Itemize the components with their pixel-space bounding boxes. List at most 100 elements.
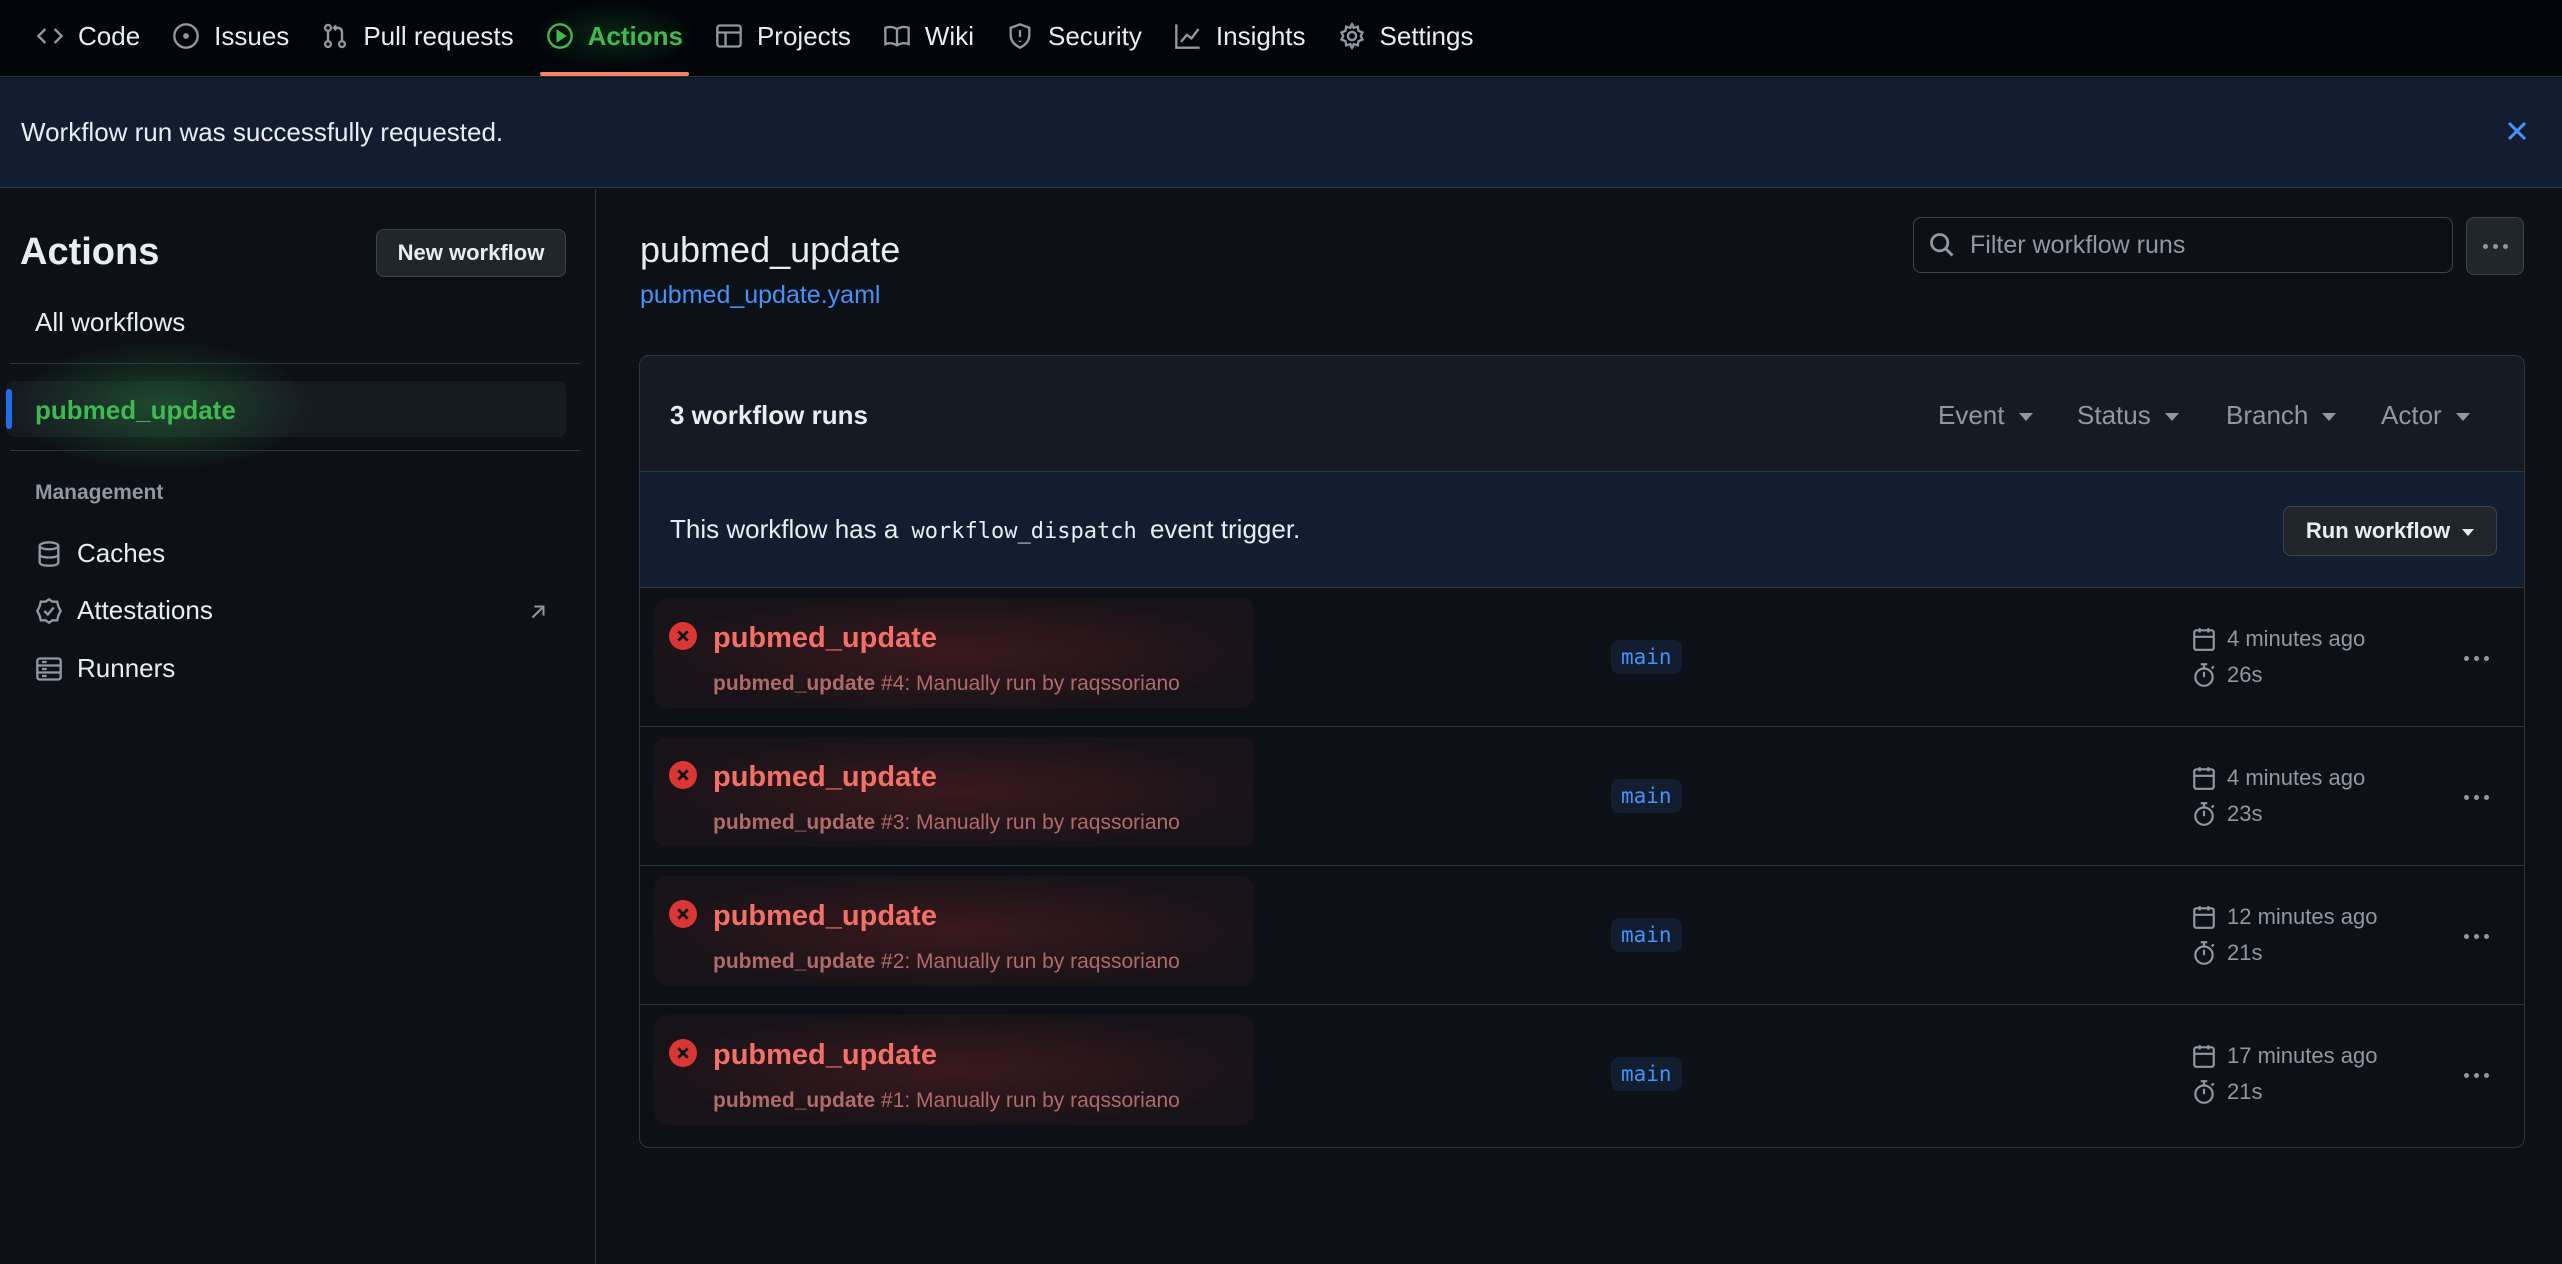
sidebar-item-attestations[interactable]: Attestations	[35, 595, 213, 626]
book-icon	[884, 25, 910, 47]
event-filter-dropdown[interactable]: Event	[1938, 400, 2033, 431]
tab-label: Wiki	[924, 20, 974, 51]
tab-projects[interactable]: Projects	[699, 0, 867, 72]
run-workflow-name: pubmed_update	[713, 811, 876, 834]
tab-label: Code	[78, 20, 141, 51]
sidebar-item-runners[interactable]: Runners	[35, 653, 175, 684]
dispatch-text: This workflow has a workflow_dispatch ev…	[670, 514, 1300, 545]
tab-pull-requests[interactable]: Pull requests	[305, 0, 529, 72]
sidebar-item-all-workflows[interactable]: All workflows	[35, 307, 185, 338]
run-options-button[interactable]	[2456, 648, 2496, 668]
status-filter-dropdown[interactable]: Status	[2077, 400, 2179, 431]
management-heading: Management	[35, 481, 164, 504]
workflow-run-row[interactable]: pubmed_update pubmed_update #3: Manually…	[640, 727, 2524, 866]
kebab-horizontal-icon	[2463, 794, 2489, 800]
workflow-run-row[interactable]: pubmed_update pubmed_update #4: Manually…	[640, 588, 2524, 727]
sidebar-item-label: Attestations	[77, 595, 213, 625]
filter-label: Branch	[2226, 400, 2309, 430]
run-duration: 21s	[2191, 940, 2262, 966]
run-time-ago: 4 minutes ago	[2227, 626, 2366, 651]
sidebar-title: Actions	[20, 231, 160, 273]
tab-label: Actions	[587, 20, 683, 51]
search-icon	[1930, 233, 1954, 257]
workflow-run-row[interactable]: pubmed_update pubmed_update #2: Manually…	[640, 866, 2524, 1005]
filter-label: Event	[1938, 400, 2005, 430]
issue-opened-icon	[173, 23, 199, 49]
tab-issues[interactable]: Issues	[156, 0, 305, 72]
graph-icon	[1175, 24, 1200, 49]
workflow-options-button[interactable]	[2466, 217, 2524, 275]
actor-filter-dropdown[interactable]: Actor	[2381, 400, 2470, 431]
triangle-down-icon	[2455, 413, 2470, 421]
stopwatch-icon	[2194, 941, 2215, 965]
kebab-horizontal-icon	[2482, 243, 2508, 249]
dispatch-text-before: This workflow has a	[670, 514, 899, 544]
run-title-link[interactable]: pubmed_update	[713, 900, 937, 933]
filter-workflow-runs-field[interactable]	[1913, 217, 2453, 273]
run-detail: #1: Manually run by raqssoriano	[881, 1089, 1180, 1112]
branch-filter-dropdown[interactable]: Branch	[2226, 400, 2337, 431]
workflow-title: pubmed_update	[640, 229, 901, 270]
tab-label: Security	[1047, 20, 1142, 51]
success-flash-banner: Workflow run was successfully requested.	[0, 78, 2562, 188]
run-subtitle: pubmed_update #4: Manually run by raqsso…	[713, 672, 1180, 696]
sidebar-item-caches[interactable]: Caches	[35, 538, 165, 569]
close-icon[interactable]	[2502, 116, 2532, 146]
branch-label[interactable]: main	[1611, 918, 1682, 952]
actions-sidebar: Actions New workflow All workflows pubme…	[0, 189, 596, 1264]
filter-label: Status	[2077, 400, 2151, 430]
run-options-button[interactable]	[2456, 1065, 2496, 1085]
run-duration: 26s	[2191, 662, 2262, 688]
tab-code[interactable]: Code	[20, 0, 156, 72]
branch-label[interactable]: main	[1611, 640, 1682, 674]
server-icon	[36, 656, 62, 681]
filter-workflow-runs-input[interactable]	[1968, 229, 2432, 261]
run-options-button[interactable]	[2456, 787, 2496, 807]
x-circle-fill-icon	[669, 622, 697, 650]
branch-label[interactable]: main	[1611, 779, 1682, 813]
run-workflow-label: Run workflow	[2305, 518, 2451, 543]
tab-wiki[interactable]: Wiki	[867, 0, 990, 72]
runs-list-header: 3 workflow runs Event Status Branch Acto…	[640, 356, 2524, 472]
kebab-horizontal-icon	[2463, 655, 2489, 661]
tab-insights[interactable]: Insights	[1158, 0, 1322, 72]
run-workflow-name: pubmed_update	[713, 672, 876, 695]
stopwatch-icon	[2194, 1080, 2215, 1104]
tab-actions[interactable]: Actions	[529, 0, 699, 76]
run-date: 4 minutes ago	[2191, 626, 2365, 652]
tab-security[interactable]: Security	[990, 0, 1158, 72]
run-date: 4 minutes ago	[2191, 765, 2365, 791]
x-circle-fill-icon	[669, 900, 697, 928]
tab-label: Issues	[214, 20, 290, 51]
run-subtitle: pubmed_update #1: Manually run by raqsso…	[713, 1089, 1180, 1113]
tab-settings[interactable]: Settings	[1322, 0, 1490, 72]
triangle-down-icon	[2462, 529, 2475, 536]
run-detail: #3: Manually run by raqssoriano	[881, 811, 1180, 834]
run-options-button[interactable]	[2456, 926, 2496, 946]
run-subtitle: pubmed_update #2: Manually run by raqsso…	[713, 950, 1180, 974]
new-workflow-button[interactable]: New workflow	[376, 229, 566, 277]
tab-label: Insights	[1215, 20, 1306, 51]
sidebar-item-pubmed-update[interactable]: pubmed_update	[6, 341, 566, 471]
run-time-ago: 12 minutes ago	[2227, 904, 2378, 929]
workflow-file-link[interactable]: pubmed_update.yaml	[640, 281, 880, 310]
run-title-link[interactable]: pubmed_update	[713, 622, 937, 655]
link-external-icon[interactable]	[527, 599, 549, 621]
verified-icon	[36, 597, 62, 624]
branch-label[interactable]: main	[1611, 1057, 1682, 1091]
workflow-run-row[interactable]: pubmed_update pubmed_update #1: Manually…	[640, 1005, 2524, 1144]
code-icon	[36, 28, 64, 44]
sidebar-divider	[10, 450, 580, 451]
run-title-link[interactable]: pubmed_update	[713, 761, 937, 794]
dispatch-event-code: workflow_dispatch	[911, 519, 1137, 544]
run-title-link[interactable]: pubmed_update	[713, 1039, 937, 1072]
run-duration-value: 21s	[2227, 1079, 2263, 1104]
kebab-horizontal-icon	[2463, 1072, 2489, 1078]
run-workflow-button[interactable]: Run workflow	[2283, 506, 2497, 556]
run-time-ago: 4 minutes ago	[2227, 765, 2366, 790]
tab-label: Pull requests	[363, 20, 514, 51]
run-detail: #2: Manually run by raqssoriano	[881, 950, 1180, 973]
dispatch-text-after: event trigger.	[1149, 514, 1301, 544]
filter-label: Actor	[2381, 400, 2442, 430]
run-duration-value: 21s	[2227, 940, 2263, 965]
